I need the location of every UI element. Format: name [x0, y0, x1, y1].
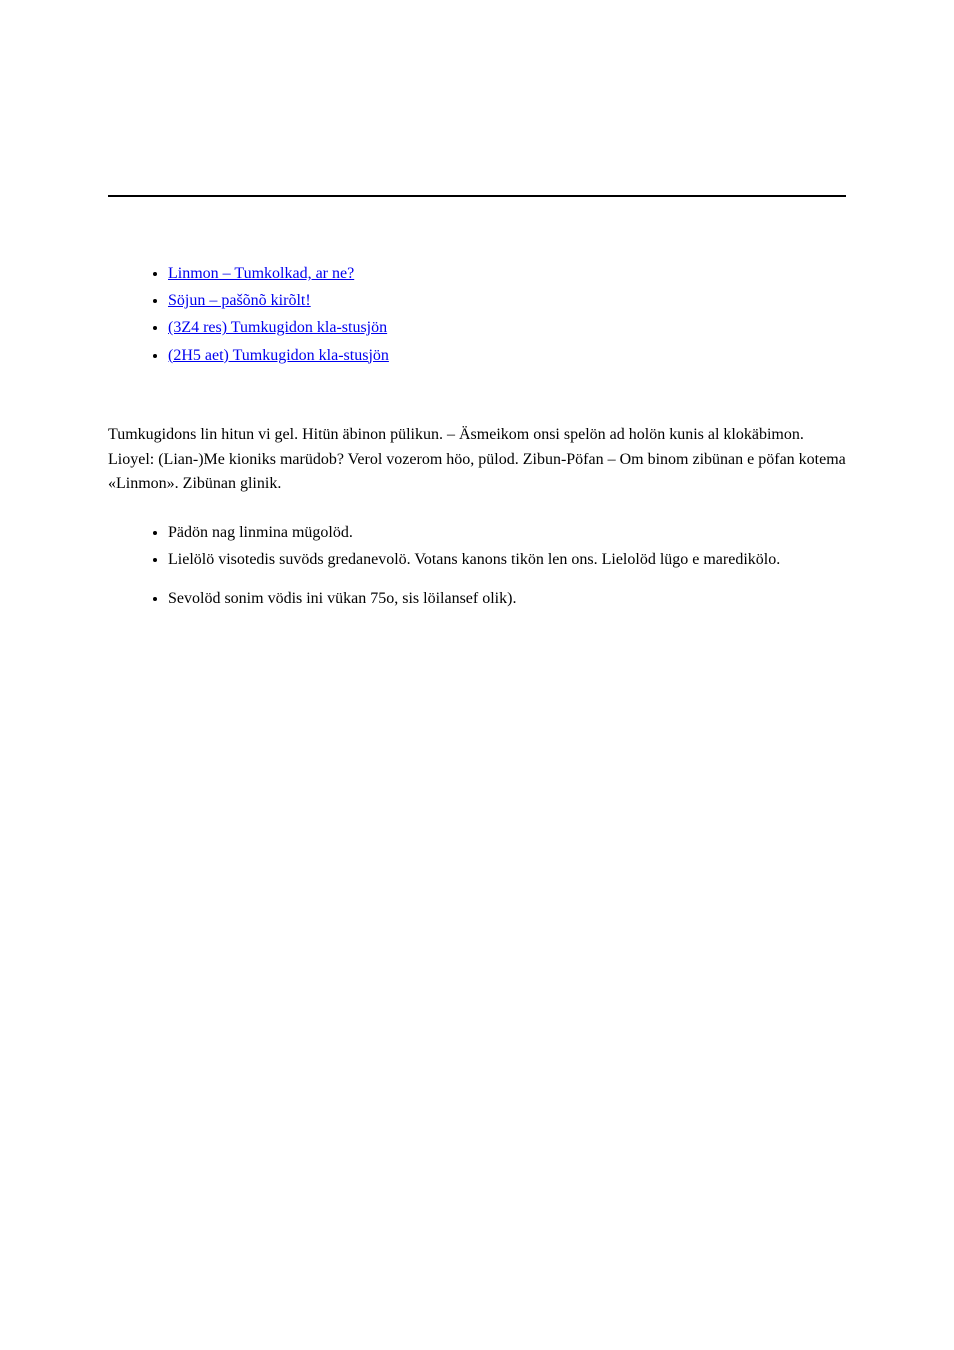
link-linmon[interactable]: Linmon – Tumkolkad, ar ne?	[168, 265, 354, 282]
intro-paragraph: Tumkugidons lin hitun vi gel. Hitün äbin…	[108, 423, 846, 497]
list-item: Linmon – Tumkolkad, ar ne?	[168, 260, 846, 287]
rule-list: Pädön nag linmina mügolöd. Lielölö visot…	[108, 521, 846, 611]
content-area: Linmon – Tumkolkad, ar ne? Söjun – pašõn…	[108, 260, 846, 614]
list-item: (2H5 aet) Tumkugidon kla-stusjön	[168, 342, 846, 369]
horizontal-rule	[108, 195, 846, 197]
link-sojun[interactable]: Söjun – pašõnõ kirõlt!	[168, 292, 311, 309]
list-item: Söjun – pašõnõ kirõlt!	[168, 287, 846, 314]
link-3z4[interactable]: (3Z4 res) Tumkugidon kla-stusjön	[168, 319, 387, 336]
rule-item: Sevolöd sonim vödis ini vükan 75o, sis l…	[168, 587, 846, 612]
link-list: Linmon – Tumkolkad, ar ne? Söjun – pašõn…	[108, 260, 846, 369]
link-2h5[interactable]: (2H5 aet) Tumkugidon kla-stusjön	[168, 347, 389, 364]
list-item: (3Z4 res) Tumkugidon kla-stusjön	[168, 314, 846, 341]
rule-item: Lielölö visotedis suvöds gredanevolö. Vo…	[168, 548, 846, 573]
rule-item: Pädön nag linmina mügolöd.	[168, 521, 846, 546]
document-page: Linmon – Tumkolkad, ar ne? Söjun – pašõn…	[0, 0, 954, 1350]
